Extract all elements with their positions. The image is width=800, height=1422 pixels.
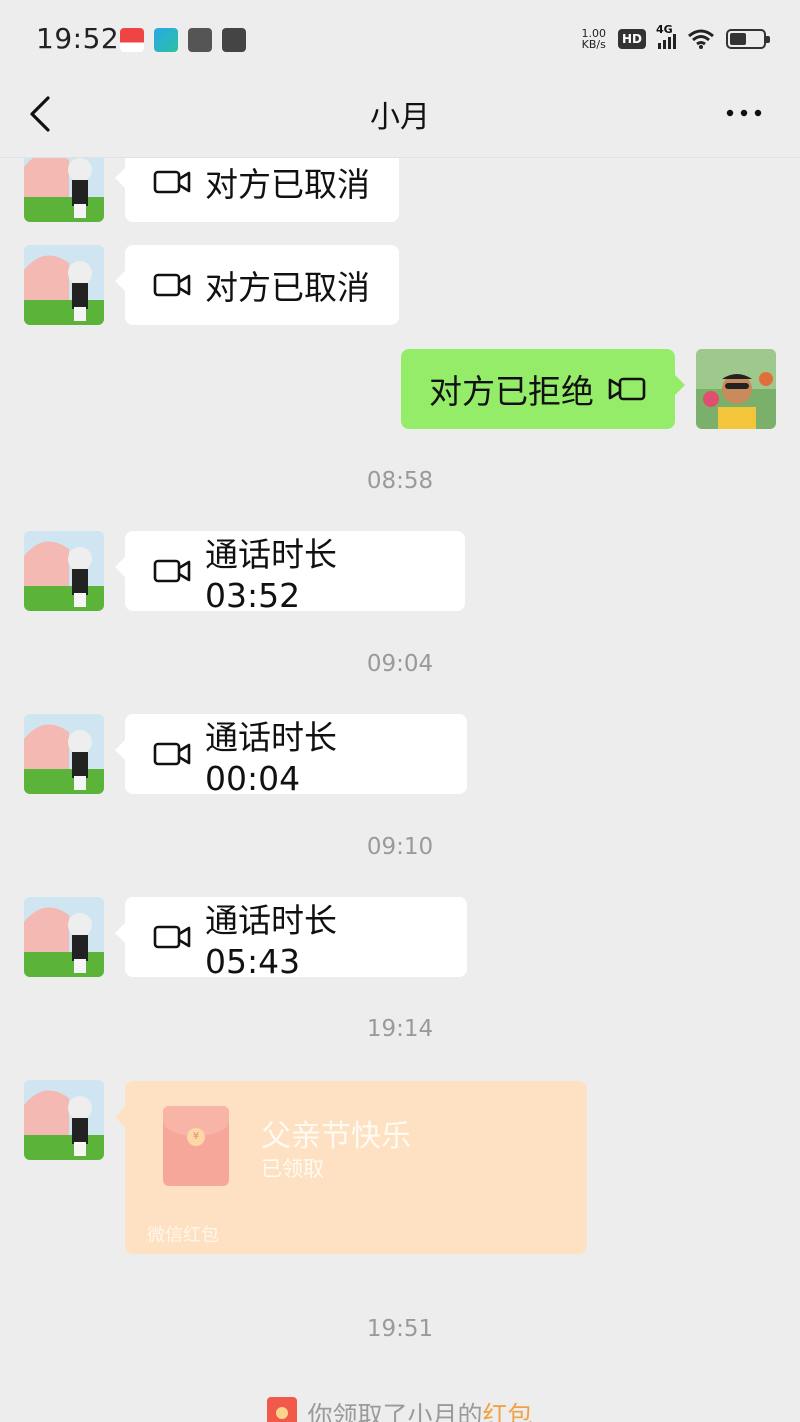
contact-avatar-image <box>24 714 104 794</box>
call-message-bubble[interactable]: 通话时长 00:04 <box>115 714 467 798</box>
contact-avatar[interactable] <box>24 897 104 977</box>
battery-level <box>730 33 746 45</box>
hd-badge: HD <box>617 29 646 49</box>
video-call-icon <box>153 273 191 297</box>
self-avatar-image <box>696 349 776 429</box>
video-call-icon <box>608 377 646 401</box>
book-app-icon <box>188 28 212 52</box>
red-packet-link[interactable]: 红包 <box>483 1401 533 1422</box>
message-text: 对方已拒绝 <box>429 372 594 411</box>
video-call-icon <box>153 925 191 949</box>
video-app-icon <box>222 28 246 52</box>
contact-avatar-image <box>24 531 104 611</box>
net-speed-unit: KB/s <box>581 38 606 51</box>
wifi-icon <box>688 29 714 49</box>
call-message-bubble[interactable]: 对方已取消 <box>115 158 399 222</box>
video-call-icon <box>153 170 191 194</box>
chat-header: 小月 <box>0 80 800 158</box>
red-packet-message[interactable]: ¥ 父亲节快乐 已领取 微信红包 <box>115 1081 587 1254</box>
contact-avatar-image <box>24 158 104 222</box>
chat-messages[interactable]: 对方已取消 对方已取消 对方已拒绝 08:58 通话时长 03:52 09:04… <box>0 158 800 1422</box>
signal-icon: 4G <box>656 23 676 49</box>
call-message-bubble[interactable]: 通话时长 05:43 <box>115 897 467 981</box>
video-call-icon <box>153 742 191 766</box>
red-packet-status: 已领取 <box>261 1157 324 1181</box>
chat-title: 小月 <box>370 100 430 135</box>
red-envelope-icon <box>267 1397 298 1422</box>
more-options-button[interactable] <box>724 98 764 128</box>
system-notice: 你领取了小月的红包 <box>0 1396 800 1422</box>
timestamp: 09:04 <box>366 651 434 677</box>
timestamp: 09:10 <box>366 834 434 860</box>
contact-avatar[interactable] <box>24 158 104 222</box>
battery-icon <box>726 29 770 49</box>
network-label: 4G <box>656 23 673 36</box>
net-speed: 1.00 KB/s <box>581 28 606 50</box>
timestamp: 19:14 <box>366 1016 434 1042</box>
message-text: 对方已取消 <box>205 165 370 204</box>
message-text: 通话时长 00:04 <box>205 717 337 798</box>
contact-avatar[interactable] <box>24 714 104 794</box>
timestamp: 08:58 <box>366 468 434 494</box>
send-app-icon <box>154 28 178 52</box>
contact-avatar[interactable] <box>24 1080 104 1160</box>
call-message-bubble[interactable]: 通话时长 03:52 <box>115 531 465 615</box>
status-time: 19:52 <box>36 22 120 55</box>
video-call-icon <box>153 559 191 583</box>
message-text: 对方已取消 <box>205 268 370 307</box>
contact-avatar[interactable] <box>24 245 104 325</box>
status-right: 1.00 KB/s HD 4G <box>581 23 770 50</box>
red-packet-footer: 微信红包 <box>147 1225 219 1246</box>
contact-avatar-image <box>24 897 104 977</box>
contact-avatar-image <box>24 1080 104 1160</box>
self-avatar[interactable] <box>696 349 776 429</box>
contact-avatar-image <box>24 245 104 325</box>
red-packet-title: 父亲节快乐 <box>261 1119 411 1154</box>
call-message-bubble[interactable]: 对方已取消 <box>115 245 399 325</box>
news-app-icon <box>120 28 144 52</box>
status-bar: 19:52 1.00 KB/s HD 4G <box>0 0 800 80</box>
notification-icons <box>120 28 246 52</box>
red-envelope-icon: ¥ <box>163 1106 229 1186</box>
timestamp: 19:51 <box>366 1316 434 1342</box>
contact-avatar[interactable] <box>24 531 104 611</box>
message-text: 通话时长 05:43 <box>205 900 337 981</box>
self-call-message-bubble[interactable]: 对方已拒绝 <box>401 349 685 429</box>
message-text: 通话时长 03:52 <box>205 534 337 615</box>
system-notice-text: 你领取了小月的 <box>307 1401 483 1422</box>
